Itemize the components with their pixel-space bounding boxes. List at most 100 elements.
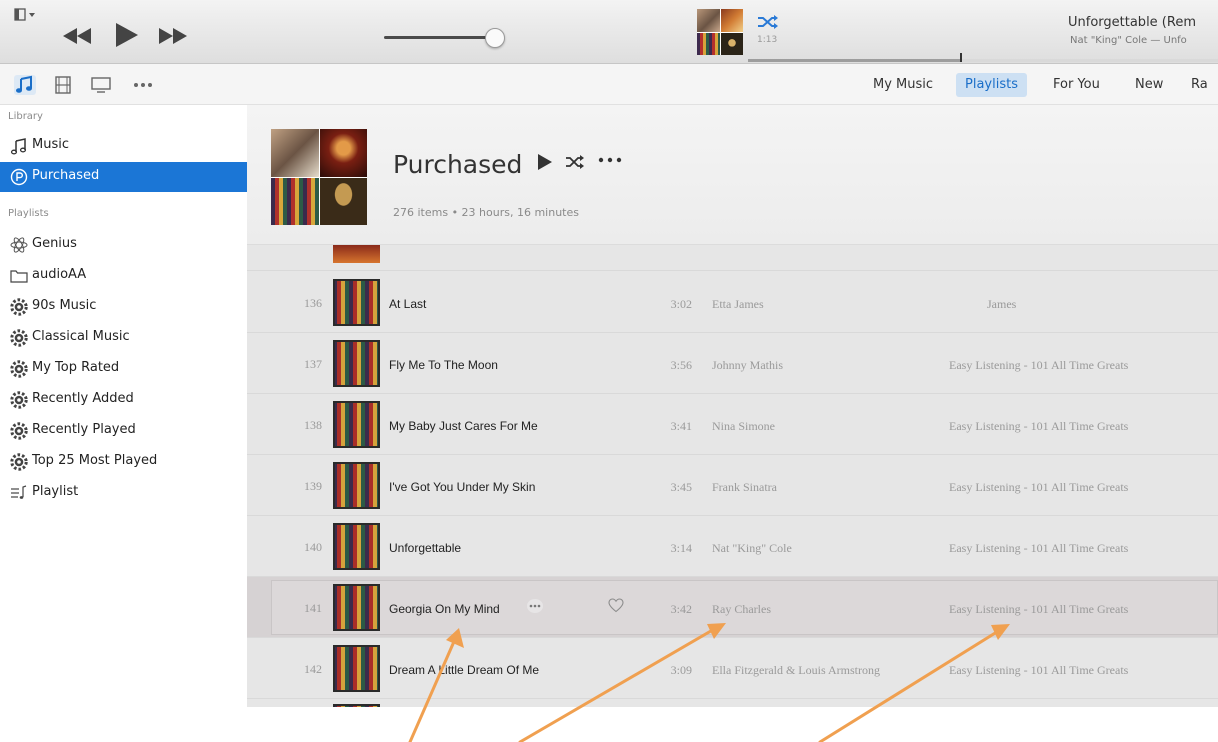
track-album: Easy Listening - 101 All Time Greats <box>949 480 1129 494</box>
table-row[interactable] <box>247 245 1218 271</box>
album-artwork <box>333 279 380 326</box>
album-artwork <box>333 340 380 387</box>
artwork-tile <box>319 177 367 225</box>
sidebar-item-label: Music <box>32 137 69 152</box>
artwork-tile <box>319 129 367 177</box>
now-playing-artist: Nat "King" Cole — Unfo <box>1070 35 1187 46</box>
playlist-icon <box>11 485 27 499</box>
sidebar-item-recently-played[interactable]: Recently Played <box>0 416 247 446</box>
track-number: 142 <box>304 662 322 676</box>
track-album: Easy Listening - 101 All Time Greats <box>949 419 1129 433</box>
track-title: Dream A Little Dream Of Me <box>389 663 540 677</box>
sidebar-item-label: Classical Music <box>32 329 130 344</box>
sidebar: Library Music Purchased Playlists Genius… <box>0 105 247 742</box>
sidebar-item-top-25-most-played[interactable]: Top 25 Most Played <box>0 447 247 477</box>
volume-track <box>384 36 496 39</box>
heart-icon[interactable] <box>608 598 624 613</box>
track-time: 3:41 <box>670 419 692 433</box>
sidebar-item-label: 90s Music <box>32 298 97 313</box>
music-note-icon <box>10 138 27 155</box>
sidebar-item-genius[interactable]: Genius <box>0 230 247 260</box>
music-note-icon[interactable] <box>14 75 36 95</box>
track-artist: Ray Charles <box>712 602 771 616</box>
now-playing-progress-bar[interactable] <box>748 53 1218 62</box>
shuffle-icon[interactable] <box>757 14 779 30</box>
table-row[interactable]: 140 Unforgettable 3:14 Nat "King" Cole E… <box>247 516 1218 577</box>
playlist-title: Purchased <box>393 150 523 179</box>
sidebar-item-purchased[interactable]: Purchased <box>0 162 247 192</box>
player-bar: 1:13 Unforgettable (Rem Nat "King" Cole … <box>0 0 1218 64</box>
table-row[interactable]: 139 I've Got You Under My Skin 3:45 Fran… <box>247 455 1218 516</box>
table-row[interactable]: 142 Dream A Little Dream Of Me 3:09 Ella… <box>247 638 1218 699</box>
track-artist: Johnny Mathis <box>712 358 784 372</box>
tab-playlists[interactable]: Playlists <box>956 73 1027 97</box>
artwork-tile <box>697 32 720 55</box>
artwork-tile <box>271 177 319 225</box>
table-row[interactable]: 137 Fly Me To The Moon 3:56 Johnny Mathi… <box>247 333 1218 394</box>
sidebar-item-label: Top 25 Most Played <box>32 453 158 468</box>
sidebar-item-playlist[interactable]: Playlist <box>0 478 247 508</box>
now-playing-artwork[interactable] <box>697 9 743 55</box>
table-row[interactable]: 136 At Last 3:02 Etta James James <box>247 272 1218 333</box>
track-number: 138 <box>304 418 322 432</box>
volume-knob[interactable] <box>484 28 505 48</box>
track-title: Georgia On My Mind <box>389 602 500 616</box>
playlist-header: Purchased 276 items • 23 hours, 16 minut… <box>247 105 1218 245</box>
sidebar-item-label: Recently Added <box>32 391 134 406</box>
sidebar-item-my-top-rated[interactable]: My Top Rated <box>0 354 247 384</box>
sidebar-item-music[interactable]: Music <box>0 131 247 161</box>
tab-for-you[interactable]: For You <box>1044 73 1109 97</box>
track-album: James <box>987 297 1017 311</box>
shuffle-icon[interactable] <box>565 154 585 170</box>
now-playing-title: Unforgettable (Rem <box>1068 15 1196 30</box>
tab-my-music[interactable]: My Music <box>864 73 942 97</box>
sidebar-item-90s-music[interactable]: 90s Music <box>0 292 247 322</box>
table-row[interactable]: 138 My Baby Just Cares For Me 3:41 Nina … <box>247 394 1218 455</box>
album-artwork <box>333 401 380 448</box>
previous-track-icon[interactable] <box>60 25 94 47</box>
playlist-artwork[interactable] <box>271 129 367 225</box>
smart-playlist-icon <box>10 298 28 316</box>
play-playlist-icon[interactable] <box>537 153 553 171</box>
smart-playlist-icon <box>10 360 28 378</box>
track-number: 139 <box>304 479 322 493</box>
next-track-icon[interactable] <box>156 25 190 47</box>
tv-icon[interactable] <box>90 75 112 95</box>
album-artwork <box>333 245 380 263</box>
track-list: 136 At Last 3:02 Etta James James 137 Fl… <box>247 245 1218 707</box>
playlist-summary: 276 items • 23 hours, 16 minutes <box>393 206 579 219</box>
sidebar-toggle-icon[interactable] <box>14 8 44 24</box>
progress-head[interactable] <box>959 53 962 62</box>
track-album: Easy Listening - 101 All Time Greats <box>949 541 1129 555</box>
sidebar-item-classical-music[interactable]: Classical Music <box>0 323 247 353</box>
playlists-heading: Playlists <box>8 208 49 219</box>
artwork-tile <box>720 9 743 32</box>
track-time: 3:14 <box>670 541 692 555</box>
more-dots-icon[interactable] <box>132 75 154 95</box>
more-dots-icon[interactable] <box>597 151 623 169</box>
volume-slider[interactable] <box>384 28 510 48</box>
nav-bar: My Music Playlists For You New Ra <box>0 64 1218 105</box>
smart-playlist-icon <box>10 329 28 347</box>
track-artist: Ella Fitzgerald & Louis Armstrong <box>712 663 880 677</box>
sidebar-item-audioaa[interactable]: audioAA <box>0 261 247 291</box>
table-row-selected[interactable]: 141 Georgia On My Mind 3:42 Ray Charles … <box>247 577 1218 638</box>
track-number: 137 <box>304 357 322 371</box>
track-album: Easy Listening - 101 All Time Greats <box>949 602 1129 616</box>
sidebar-item-label: Recently Played <box>32 422 136 437</box>
track-title: My Baby Just Cares For Me <box>389 419 538 433</box>
sidebar-item-recently-added[interactable]: Recently Added <box>0 385 247 415</box>
purchased-icon <box>10 168 28 186</box>
more-options-icon[interactable] <box>527 599 543 613</box>
smart-playlist-icon <box>10 453 28 471</box>
album-artwork <box>333 523 380 570</box>
play-icon[interactable] <box>112 21 140 49</box>
now-playing-elapsed-time: 1:13 <box>757 35 778 45</box>
progress-fill <box>748 59 960 62</box>
track-time: 3:45 <box>670 480 692 494</box>
film-icon[interactable] <box>52 75 74 95</box>
tab-radio[interactable]: Ra <box>1182 73 1217 97</box>
track-artist: Nat "King" Cole <box>712 541 792 555</box>
table-row[interactable] <box>247 699 1218 707</box>
tab-new[interactable]: New <box>1126 73 1172 97</box>
